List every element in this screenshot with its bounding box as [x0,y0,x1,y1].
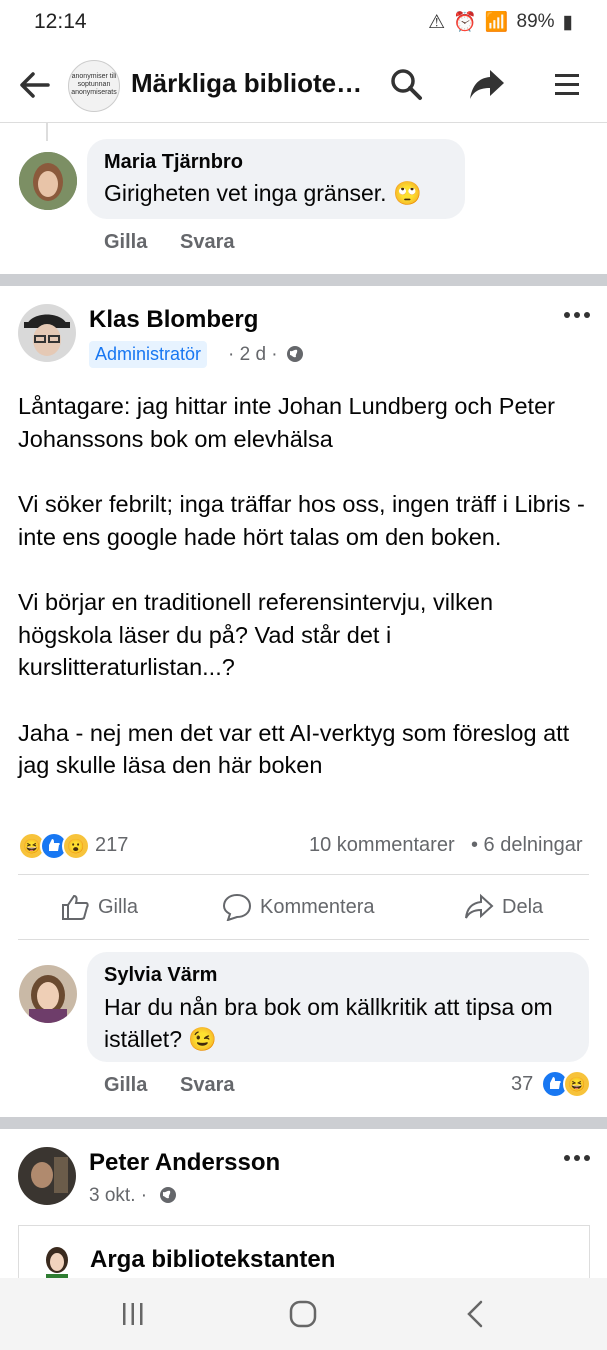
shared-post-author[interactable]: Arga bibliotekstanten [90,1246,335,1274]
avatar[interactable] [18,304,76,362]
back-arrow-icon[interactable] [16,66,54,104]
avatar-image [19,152,77,210]
battery-percent: 89% [516,11,555,32]
post-meta: · 2 d · [228,344,278,365]
avatar-image [18,304,76,362]
post-author[interactable]: Klas Blomberg [89,306,258,334]
system-navigation-bar [0,1278,607,1350]
app-bar: anonymiser till soptunnan anonymiserats … [0,46,607,123]
page-title[interactable]: Märkliga bibliote… [131,68,362,99]
post-action-bar: Gilla Kommentera Dela [18,874,589,940]
share-icon[interactable] [468,66,506,102]
reaction-summary[interactable]: 😆 😮 217 10 kommentarer • 6 delningar [18,830,589,860]
thread-line [46,123,48,141]
section-divider [0,274,607,286]
comment-button-label: Kommentera [260,895,375,918]
wow-reaction-icon: 😮 [62,832,90,860]
admin-badge: Administratör [89,341,208,368]
globe-icon [286,345,304,368]
group-logo[interactable]: anonymiser till soptunnan anonymiserats [68,60,120,112]
comment-icon [222,893,252,921]
reaction-count: 217 [95,834,129,856]
thumbs-up-icon [62,894,89,920]
post-paragraph: Låntagare: jag hittar inte Johan Lundber… [18,393,555,452]
post-paragraph: Jaha - nej men det var ett AI-verktyg so… [18,719,570,779]
alarm-icon: ⏰ [453,12,477,33]
share-arrow-icon [465,893,494,919]
globe-icon [159,1186,177,1209]
more-options-icon[interactable] [563,310,591,320]
comment-author[interactable]: Sylvia Värm [104,964,217,987]
comment-bubble[interactable]: Sylvia Värm Har du nån bra bok om källkr… [87,952,589,1062]
reply-comment-link[interactable]: Svara [180,231,235,254]
search-icon[interactable] [388,66,424,102]
like-button[interactable]: Gilla [60,893,138,921]
haha-reaction-icon: 😆 [563,1070,591,1098]
like-comment-link[interactable]: Gilla [104,231,147,254]
avatar[interactable] [19,965,77,1023]
comments-count[interactable]: 10 kommentarer [309,834,455,857]
more-options-icon[interactable] [563,1153,591,1163]
avatar-image [19,965,77,1023]
home-icon[interactable] [288,1299,318,1329]
comment-bubble[interactable]: Maria Tjärnbro Girigheten vet inga gräns… [87,139,465,219]
back-nav-icon[interactable] [463,1299,487,1329]
comment-reaction-count[interactable]: 37 [511,1073,533,1096]
battery-icon: ▮ [562,11,573,33]
share-button[interactable]: Dela [464,893,543,921]
post-paragraph: Vi börjar en traditionell referensinterv… [18,589,494,680]
status-icons: ⚠ ⏰ 📶 89% ▮ [428,10,573,34]
status-time: 12:14 [34,10,87,33]
section-divider [0,1117,607,1129]
menu-icon[interactable] [552,68,582,102]
comment-text: Har du nån bra bok om källkritik att tip… [104,994,553,1052]
comment-author[interactable]: Maria Tjärnbro [104,151,243,174]
post-meta: 3 okt. · [89,1185,148,1206]
reply-comment-link[interactable]: Svara [180,1074,235,1097]
shares-count[interactable]: • 6 delningar [471,834,583,857]
post-author[interactable]: Peter Andersson [89,1149,280,1177]
post-paragraph: Vi söker febrilt; inga träffar hos oss, … [18,491,585,550]
avatar-image [18,1147,76,1205]
recent-apps-icon[interactable] [119,1300,147,1328]
avatar[interactable] [18,1147,76,1205]
comment-button[interactable]: Kommentera [222,893,375,921]
group-logo-text: anonymiser till soptunnan anonymiserats [71,73,117,96]
notification-icon: ⚠ [428,11,446,33]
post-body: Låntagare: jag hittar inte Johan Lundber… [18,390,588,815]
like-button-label: Gilla [98,895,139,918]
status-bar: 12:14 ⚠ ⏰ 📶 89% ▮ [0,0,607,46]
avatar[interactable] [19,152,77,210]
comment-text: Girigheten vet inga gränser. 🙄 [104,180,422,206]
share-button-label: Dela [502,895,544,918]
wifi-icon: 📶 [484,12,509,33]
like-comment-link[interactable]: Gilla [104,1074,147,1097]
